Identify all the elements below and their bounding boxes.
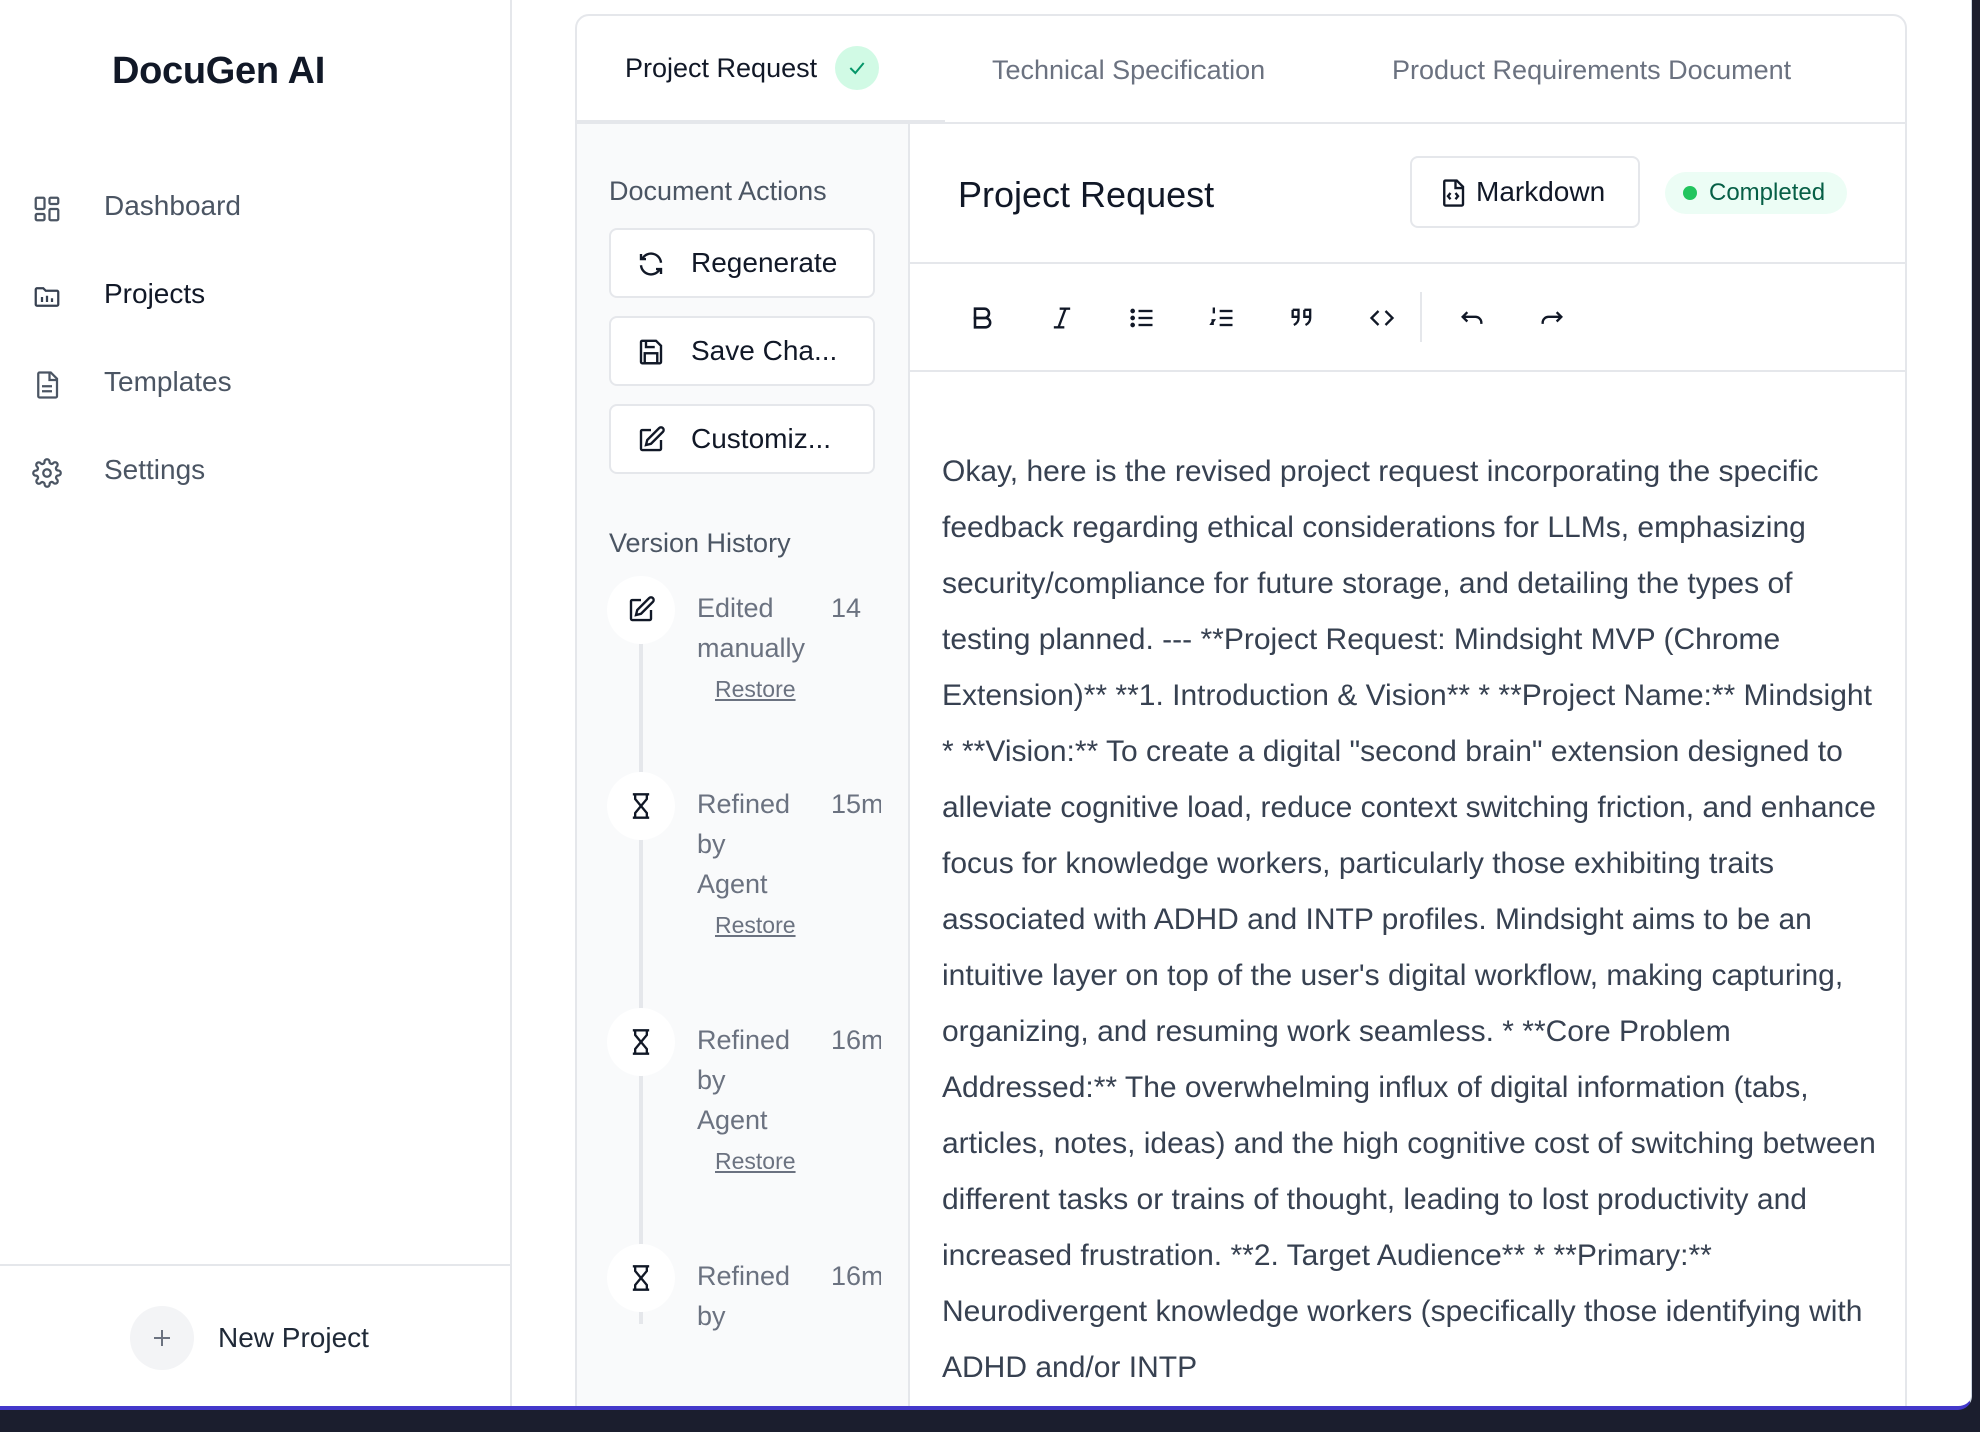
sidebar: DocuGen AI Dashboard Projects Templates … — [0, 0, 512, 1406]
version-time: 16m — [831, 1025, 881, 1055]
sidebar-item-label: Dashboard — [104, 190, 241, 221]
app-logo: DocuGen AI — [112, 50, 326, 92]
italic-icon[interactable] — [1042, 298, 1082, 338]
version-time: 15m — [831, 789, 881, 819]
new-project-button[interactable]: New Project — [130, 1306, 369, 1370]
version-description: Edited manually — [697, 593, 806, 663]
sidebar-footer: New Project — [0, 1264, 512, 1406]
regenerate-button[interactable]: Regenerate — [609, 228, 875, 298]
status-dot — [1683, 186, 1697, 200]
code-icon[interactable] — [1362, 298, 1402, 338]
bullet-list-icon[interactable] — [1122, 298, 1162, 338]
document-actions-panel: Document Actions Regenerate Save Cha... … — [577, 124, 910, 1406]
save-changes-button[interactable]: Save Cha... — [609, 316, 875, 386]
tab-label: Project Request — [625, 52, 818, 83]
app-window: DocuGen AI Dashboard Projects Templates … — [0, 0, 1972, 1410]
save-icon — [635, 336, 667, 368]
numbered-list-icon[interactable] — [1202, 298, 1242, 338]
tab-project-request[interactable]: Project Request — [577, 16, 945, 124]
gear-icon — [30, 456, 64, 490]
document-title: Project Request — [958, 174, 1215, 215]
sidebar-item-label: Projects — [104, 278, 206, 309]
tab-technical-specification[interactable]: Technical Specification — [992, 16, 1265, 124]
sidebar-item-label: Templates — [104, 366, 232, 397]
document-icon — [30, 368, 64, 402]
regenerate-label: Regenerate — [691, 247, 838, 278]
hourglass-icon — [607, 1244, 675, 1312]
version-description: Refined by Agent — [697, 789, 791, 899]
redo-icon[interactable] — [1532, 298, 1572, 338]
document-body-text[interactable]: Okay, here is the revised project reques… — [942, 444, 1882, 1396]
edit-icon — [607, 576, 675, 644]
hourglass-icon — [607, 772, 675, 840]
document-actions-title: Document Actions — [609, 176, 827, 206]
version-time: 14 — [831, 593, 862, 623]
restore-link[interactable]: Restore — [715, 676, 796, 703]
version-history-title: Version History — [609, 528, 791, 558]
save-changes-label: Save Cha... — [691, 335, 838, 366]
document-workspace: Project Request Technical Specification … — [575, 14, 1907, 1406]
markdown-label: Markdown — [1476, 176, 1606, 207]
sidebar-item-settings[interactable]: Settings — [0, 438, 512, 502]
version-timeline — [639, 604, 643, 1324]
restore-link[interactable]: Restore — [715, 912, 796, 939]
markdown-button[interactable]: Markdown — [1410, 156, 1640, 228]
hourglass-icon — [607, 1008, 675, 1076]
check-icon — [835, 46, 880, 90]
customize-label: Customiz... — [691, 423, 832, 454]
customize-button[interactable]: Customiz... — [609, 404, 875, 474]
version-description: Refined by — [697, 1261, 791, 1331]
tab-product-requirements-document[interactable]: Product Requirements Document — [1392, 16, 1791, 124]
undo-icon[interactable] — [1452, 298, 1492, 338]
status-badge: Completed — [1665, 172, 1848, 214]
bold-icon[interactable] — [962, 298, 1002, 338]
formatting-toolbar — [910, 264, 1905, 372]
sidebar-item-label: Settings — [104, 454, 206, 485]
file-code-icon — [1438, 177, 1468, 209]
plus-icon — [130, 1306, 194, 1370]
tab-label: Technical Specification — [992, 54, 1266, 85]
sidebar-item-dashboard[interactable]: Dashboard — [0, 174, 512, 238]
document-tabs: Project Request Technical Specification … — [577, 16, 1905, 124]
toolbar-divider — [1420, 292, 1422, 342]
new-project-label: New Project — [218, 1322, 369, 1353]
version-time: 16m — [831, 1261, 881, 1291]
quote-icon[interactable] — [1282, 298, 1322, 338]
folder-icon — [30, 280, 64, 314]
sidebar-item-projects[interactable]: Projects — [0, 262, 512, 326]
tab-label: Product Requirements Document — [1392, 54, 1792, 85]
refresh-icon — [635, 248, 667, 280]
document-editor: Project Request Markdown Completed Okay,… — [910, 124, 1905, 1406]
status-label: Completed — [1709, 179, 1826, 206]
dashboard-icon — [30, 192, 64, 226]
sidebar-item-templates[interactable]: Templates — [0, 350, 512, 414]
edit-icon — [635, 424, 667, 456]
document-header: Project Request Markdown Completed — [910, 124, 1905, 264]
version-description: Refined by Agent — [697, 1025, 791, 1135]
restore-link[interactable]: Restore — [715, 1148, 796, 1175]
